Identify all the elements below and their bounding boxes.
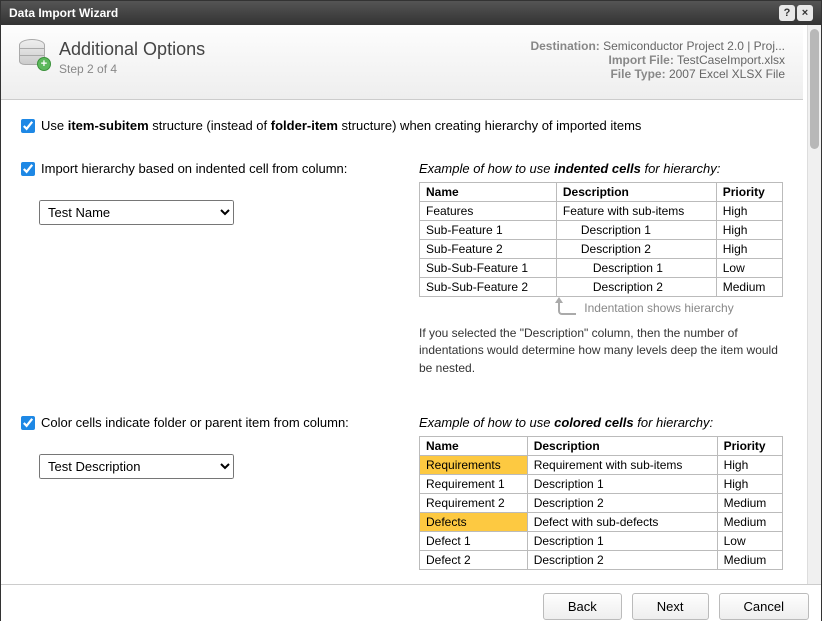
table-row: FeaturesFeature with sub-itemsHigh <box>420 202 783 221</box>
table-row: Sub-Feature 2Description 2High <box>420 240 783 259</box>
import-meta: Destination: Semiconductor Project 2.0 |… <box>530 39 785 81</box>
arrow-up-icon <box>558 301 576 315</box>
database-import-icon: + <box>19 39 49 69</box>
example-indent-table: Name Description Priority FeaturesFeatur… <box>419 182 783 297</box>
table-row: Requirement 1Description 1High <box>420 475 783 494</box>
example-color-table: Name Description Priority RequirementsRe… <box>419 436 783 570</box>
color-hierarchy-label: Color cells indicate folder or parent it… <box>41 415 349 430</box>
table-row: DefectsDefect with sub-defectsMedium <box>420 513 783 532</box>
footer: Back Next Cancel <box>1 584 821 628</box>
wizard-header: + Additional Options Step 2 of 4 Destina… <box>1 25 803 100</box>
table-row: Sub-Sub-Feature 2Description 2Medium <box>420 278 783 297</box>
back-button[interactable]: Back <box>543 593 622 620</box>
color-hierarchy-checkbox[interactable] <box>21 416 35 430</box>
item-subitem-label: Use item-subitem structure (instead of f… <box>41 118 641 133</box>
table-row: Defect 1Description 1Low <box>420 532 783 551</box>
indent-hierarchy-label: Import hierarchy based on indented cell … <box>41 161 347 176</box>
table-row: RequirementsRequirement with sub-itemsHi… <box>420 456 783 475</box>
close-button[interactable]: × <box>797 5 813 21</box>
table-row: Defect 2Description 2Medium <box>420 551 783 570</box>
indent-explanation: If you selected the "Description" column… <box>419 325 783 377</box>
next-button[interactable]: Next <box>632 593 709 620</box>
scroll-area: + Additional Options Step 2 of 4 Destina… <box>1 25 807 584</box>
example-indent-title: Example of how to use indented cells for… <box>419 161 783 176</box>
table-row: Requirement 2Description 2Medium <box>420 494 783 513</box>
color-column-select[interactable]: Test Description <box>39 454 234 479</box>
item-subitem-checkbox[interactable] <box>21 119 35 133</box>
indent-hierarchy-checkbox[interactable] <box>21 162 35 176</box>
scrollbar-thumb[interactable] <box>810 29 819 149</box>
window-title: Data Import Wizard <box>9 6 118 20</box>
table-row: Sub-Feature 1Description 1High <box>420 221 783 240</box>
step-indicator: Step 2 of 4 <box>59 62 205 76</box>
page-title: Additional Options <box>59 39 205 60</box>
help-button[interactable]: ? <box>779 5 795 21</box>
cancel-button[interactable]: Cancel <box>719 593 809 620</box>
titlebar: Data Import Wizard ? × <box>1 1 821 25</box>
table-row: Sub-Sub-Feature 1Description 1Low <box>420 259 783 278</box>
indent-hint: Indentation shows hierarchy <box>419 301 783 315</box>
example-color-title: Example of how to use colored cells for … <box>419 415 783 430</box>
indent-column-select[interactable]: Test Name <box>39 200 234 225</box>
scrollbar[interactable] <box>807 25 821 584</box>
